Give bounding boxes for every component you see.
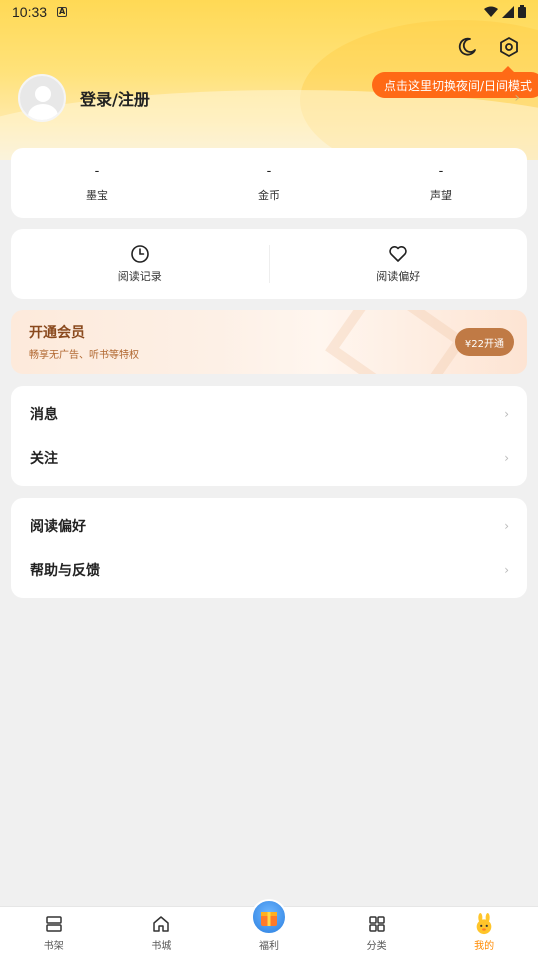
battery-icon (518, 5, 526, 18)
menu-item-label: 消息 (30, 407, 58, 423)
stat-value: - (438, 163, 444, 179)
quick-actions-card: 阅读记录 阅读偏好 (11, 229, 527, 299)
login-register-label[interactable]: 登录/注册 (80, 86, 150, 110)
menu-item-reading-preference[interactable]: 阅读偏好 › (11, 504, 527, 548)
notification-a-icon: A (57, 7, 68, 17)
chevron-right-icon: › (504, 563, 509, 577)
tab-label: 我的 (474, 941, 495, 952)
gift-icon (250, 899, 287, 935)
tab-label: 书城 (151, 941, 172, 952)
stat-label: 金币 (258, 188, 280, 202)
tab-label: 书架 (43, 941, 64, 952)
menu-item-label: 关注 (30, 451, 58, 467)
menu-item-following[interactable]: 关注 › (11, 436, 527, 480)
tab-label: 分类 (366, 941, 387, 952)
reading-history-button[interactable]: 阅读记录 (11, 229, 269, 299)
avatar[interactable] (18, 74, 66, 122)
tab-category[interactable]: 分类 (323, 907, 431, 958)
tab-bookshelf[interactable]: 书架 (0, 907, 108, 958)
status-time: 10:33 (12, 4, 48, 20)
menu-group-1: 消息 › 关注 › (11, 386, 527, 486)
stat-value: - (94, 163, 100, 179)
tab-mine[interactable]: 我的 (430, 907, 538, 958)
stat-label: 声望 (430, 188, 452, 202)
night-mode-moon-icon[interactable] (456, 36, 478, 58)
menu-item-label: 阅读偏好 (30, 519, 86, 535)
menu-item-messages[interactable]: 消息 › (11, 392, 527, 436)
status-bar: 10:33 A (0, 0, 538, 24)
signal-icon (502, 5, 514, 18)
tab-welfare[interactable]: 福利 (215, 899, 323, 958)
chevron-right-icon: › (504, 451, 509, 465)
stat-label: 墨宝 (86, 188, 108, 202)
grid-icon (366, 913, 388, 935)
night-mode-tooltip[interactable]: 点击这里切换夜间/日间模式 (372, 66, 538, 98)
tab-label: 福利 (258, 941, 279, 952)
vip-subtitle: 畅享无广告、听书等特权 (29, 350, 139, 361)
stat-mobao[interactable]: - 墨宝 (11, 148, 183, 218)
bookshelf-icon (43, 913, 65, 935)
stat-value: - (266, 163, 272, 179)
vip-banner[interactable]: 开通会员 畅享无广告、听书等特权 ¥22开通 (11, 310, 527, 374)
vip-decoration (325, 310, 467, 374)
bottom-tab-bar: 书架 书城 福利 分类 我的 (0, 899, 538, 958)
menu-group-2: 阅读偏好 › 帮助与反馈 › (11, 498, 527, 598)
vip-title: 开通会员 (29, 325, 85, 341)
heart-icon (389, 246, 407, 262)
stats-card: - 墨宝 - 金币 - 声望 (11, 148, 527, 218)
profile-chevron-icon: › (514, 90, 520, 106)
rabbit-mascot-icon (473, 913, 495, 935)
chevron-right-icon: › (504, 519, 509, 533)
reading-history-label: 阅读记录 (117, 270, 162, 283)
reading-preference-button[interactable]: 阅读偏好 (270, 229, 528, 299)
login-profile[interactable]: 登录/注册 (18, 74, 150, 122)
wifi-icon (484, 6, 498, 17)
menu-item-help-feedback[interactable]: 帮助与反馈 › (11, 548, 527, 592)
menu-item-label: 帮助与反馈 (30, 563, 100, 579)
chevron-right-icon: › (504, 407, 509, 421)
home-icon (150, 913, 172, 935)
stat-reputation[interactable]: - 声望 (355, 148, 527, 218)
tab-bookstore[interactable]: 书城 (108, 907, 216, 958)
settings-gear-icon[interactable] (498, 36, 520, 58)
stat-coins[interactable]: - 金币 (183, 148, 355, 218)
vip-open-button[interactable]: ¥22开通 (454, 328, 514, 356)
clock-icon (130, 245, 149, 263)
reading-preference-label: 阅读偏好 (376, 270, 421, 283)
